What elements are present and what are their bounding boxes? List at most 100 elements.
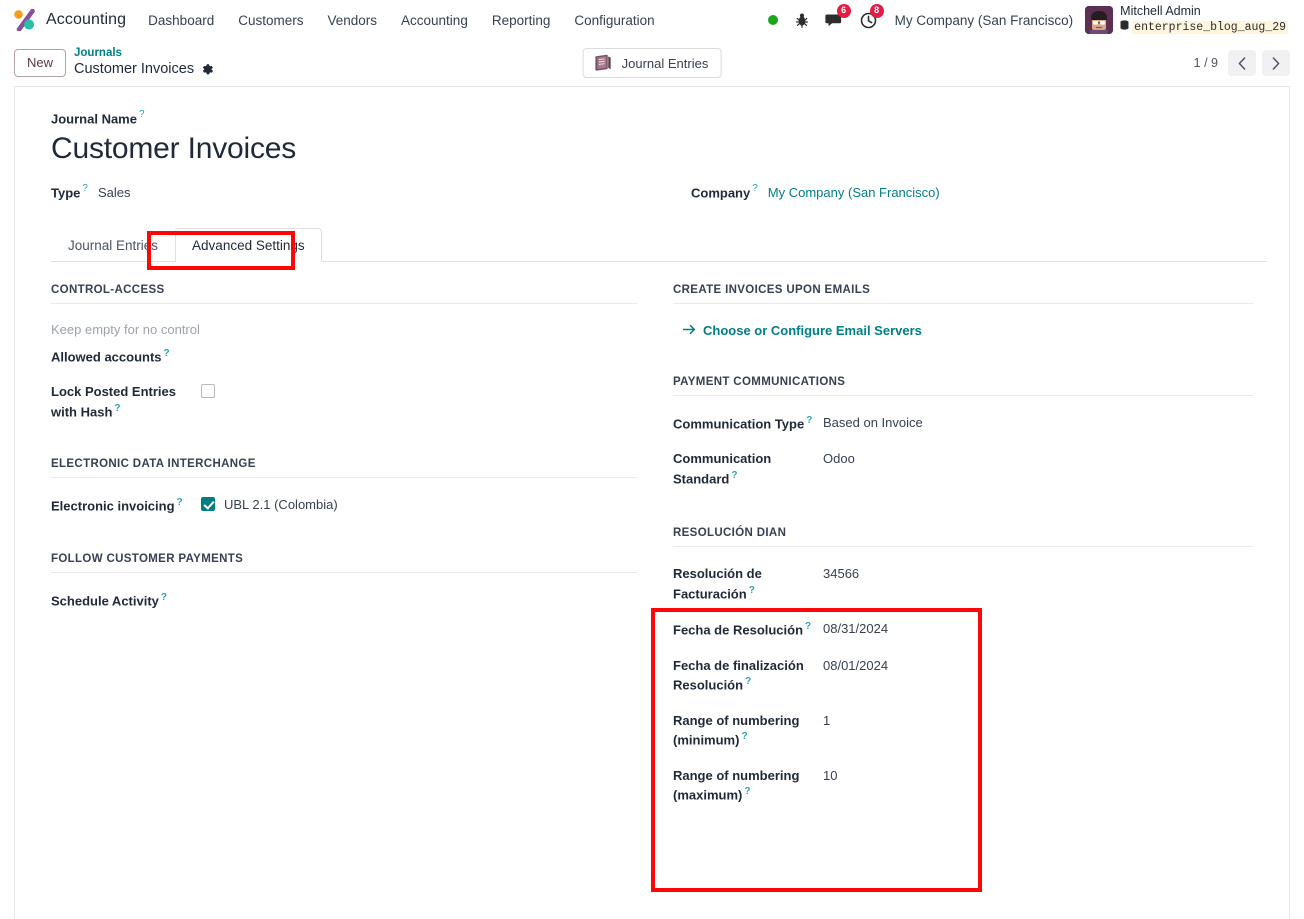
messages-count-badge: 6: [836, 4, 851, 18]
brand-name: Accounting: [46, 11, 127, 28]
arrow-right-icon: [682, 323, 696, 338]
electronic-invoicing-field: Electronic invoicing? UBL 2.1 (Colombia): [51, 496, 637, 516]
communication-type-field: Communication Type? Based on Invoice: [673, 414, 1253, 434]
group-resolucion-dian: RESOLUCIÓN DIAN Resolución de Facturació…: [673, 527, 1253, 805]
group-control-access: CONTROL-ACCESS Keep empty for no control…: [51, 284, 637, 422]
chevron-right-icon: [1272, 56, 1280, 70]
help-tooltip-icon[interactable]: ?: [744, 786, 750, 797]
ubl-colombia-checkbox[interactable]: [201, 497, 215, 512]
user-menu[interactable]: Mitchell Admin enterprise_blog_aug_29: [1083, 4, 1292, 37]
form-body: Journal Name? Customer Invoices Type? Sa…: [15, 87, 1289, 842]
group-payment-communications-title: PAYMENT COMMUNICATIONS: [673, 376, 1253, 397]
help-tooltip-icon[interactable]: ?: [177, 497, 183, 508]
resolucion-facturacion-value[interactable]: 34566: [823, 565, 859, 584]
help-tooltip-icon[interactable]: ?: [805, 621, 811, 632]
communication-standard-value[interactable]: Odoo: [823, 450, 855, 469]
type-field: Type? Sales: [51, 183, 681, 202]
configure-email-servers-link[interactable]: Choose or Configure Email Servers: [673, 323, 922, 338]
settings-column-left: CONTROL-ACCESS Keep empty for no control…: [51, 284, 659, 841]
pager: 1 / 9: [1194, 50, 1290, 76]
help-tooltip-icon[interactable]: ?: [139, 109, 145, 120]
menu-item-customers[interactable]: Customers: [226, 0, 315, 40]
user-name: Mitchell Admin: [1120, 3, 1201, 18]
group-follow-payments-body: Schedule Activity?: [51, 573, 637, 611]
book-icon: [594, 54, 614, 72]
help-tooltip-icon[interactable]: ?: [82, 183, 88, 194]
communication-standard-field: Communication Standard? Odoo: [673, 450, 1253, 489]
communication-standard-label: Communication Standard?: [673, 451, 772, 487]
group-payment-communications-body: Communication Type? Based on Invoice Com…: [673, 396, 1253, 489]
form-col-left: Type? Sales: [51, 183, 681, 202]
journal-name-input[interactable]: Customer Invoices: [51, 132, 1267, 167]
group-resolucion-dian-title: RESOLUCIÓN DIAN: [673, 527, 1253, 548]
activities-count-badge: 8: [869, 4, 884, 18]
navbar-systray: 6 8 My Company (San Francisco) Mitchell …: [759, 0, 1296, 40]
messages-icon[interactable]: 6: [817, 0, 852, 40]
configure-email-servers-label: Choose or Configure Email Servers: [703, 323, 922, 339]
database-icon: [1120, 18, 1129, 36]
new-button[interactable]: New: [14, 49, 67, 77]
menu-item-dashboard[interactable]: Dashboard: [136, 0, 226, 40]
electronic-invoicing-label: Electronic invoicing?: [51, 497, 183, 514]
breadcrumb-item-journals[interactable]: Journals: [74, 47, 214, 61]
gear-icon[interactable]: [201, 63, 214, 76]
range-max-value[interactable]: 10: [823, 767, 837, 786]
type-value[interactable]: Sales: [98, 185, 131, 200]
range-min-value[interactable]: 1: [823, 712, 830, 731]
tab-journal-entries[interactable]: Journal Entries: [51, 228, 175, 262]
company-value[interactable]: My Company (San Francisco): [768, 185, 940, 200]
resolucion-facturacion-label: Resolución de Facturación?: [673, 566, 762, 602]
breadcrumb: Journals Customer Invoices: [74, 47, 214, 78]
help-tooltip-icon[interactable]: ?: [741, 731, 747, 742]
range-min-field: Range of numbering (minimum)? 1: [673, 712, 1253, 751]
main-menu: Dashboard Customers Vendors Accounting R…: [136, 0, 667, 40]
help-tooltip-icon[interactable]: ?: [731, 470, 737, 481]
journal-name-label: Journal Name?: [51, 109, 145, 127]
clock-activities-icon[interactable]: 8: [852, 0, 885, 40]
help-tooltip-icon[interactable]: ?: [114, 403, 120, 414]
settings-column-right: CREATE INVOICES UPON EMAILS Choose or Co…: [659, 284, 1267, 841]
tab-advanced-settings[interactable]: Advanced Settings: [175, 228, 322, 263]
group-resolucion-dian-body: Resolución de Facturación? 34566 Fecha d…: [673, 547, 1253, 805]
database-name: enterprise_blog_aug_29: [1132, 20, 1288, 34]
pager-previous-button[interactable]: [1228, 50, 1256, 76]
control-access-note: Keep empty for no control: [51, 322, 200, 338]
fecha-resolucion-value[interactable]: 08/31/2024: [823, 620, 888, 639]
notebook-tabs: Journal Entries Advanced Settings: [51, 228, 1267, 263]
menu-item-vendors[interactable]: Vendors: [315, 0, 389, 40]
pager-next-button[interactable]: [1262, 50, 1290, 76]
group-follow-customer-payments: FOLLOW CUSTOMER PAYMENTS Schedule Activi…: [51, 553, 637, 611]
odoo-accounting-logo-icon: [12, 8, 38, 32]
help-tooltip-icon[interactable]: ?: [752, 183, 758, 194]
communication-type-value[interactable]: Based on Invoice: [823, 414, 923, 433]
bug-icon[interactable]: [787, 0, 817, 40]
group-edi-title: ELECTRONIC DATA INTERCHANGE: [51, 458, 637, 479]
menu-item-accounting[interactable]: Accounting: [389, 0, 480, 40]
help-tooltip-icon[interactable]: ?: [161, 592, 167, 603]
group-control-access-body: Keep empty for no control Allowed accoun…: [51, 304, 637, 422]
pager-counter: 1 / 9: [1193, 56, 1218, 70]
help-tooltip-icon[interactable]: ?: [806, 415, 812, 426]
ubl-colombia-label: UBL 2.1 (Colombia): [224, 497, 338, 513]
range-max-label: Range of numbering (maximum)?: [673, 767, 800, 803]
company-switcher[interactable]: My Company (San Francisco): [885, 13, 1084, 28]
range-min-label: Range of numbering (minimum)?: [673, 712, 800, 748]
fecha-finalizacion-value[interactable]: 08/01/2024: [823, 657, 888, 676]
brand-home-button[interactable]: Accounting: [10, 0, 136, 40]
fecha-resolucion-field: Fecha de Resolución? 08/31/2024: [673, 620, 1253, 640]
group-create-invoices-emails-body: Choose or Configure Email Servers: [673, 304, 1253, 340]
help-tooltip-icon[interactable]: ?: [745, 676, 751, 687]
group-control-access-title: CONTROL-ACCESS: [51, 284, 637, 305]
menu-item-reporting[interactable]: Reporting: [480, 0, 563, 40]
journal-entries-smart-button-label: Journal Entries: [621, 55, 709, 71]
group-payment-communications: PAYMENT COMMUNICATIONS Communication Typ…: [673, 376, 1253, 489]
allowed-accounts-field: Allowed accounts?: [51, 347, 637, 367]
fecha-finalizacion-label: Fecha de finalización Resolución?: [673, 657, 804, 693]
journal-entries-smart-button[interactable]: Journal Entries: [582, 48, 722, 78]
help-tooltip-icon[interactable]: ?: [749, 585, 755, 596]
help-tooltip-icon[interactable]: ?: [164, 348, 170, 359]
online-indicator-icon: [767, 15, 778, 25]
menu-item-configuration[interactable]: Configuration: [562, 0, 666, 40]
resolucion-facturacion-field: Resolución de Facturación? 34566: [673, 565, 1253, 604]
lock-posted-entries-checkbox[interactable]: [201, 384, 215, 399]
